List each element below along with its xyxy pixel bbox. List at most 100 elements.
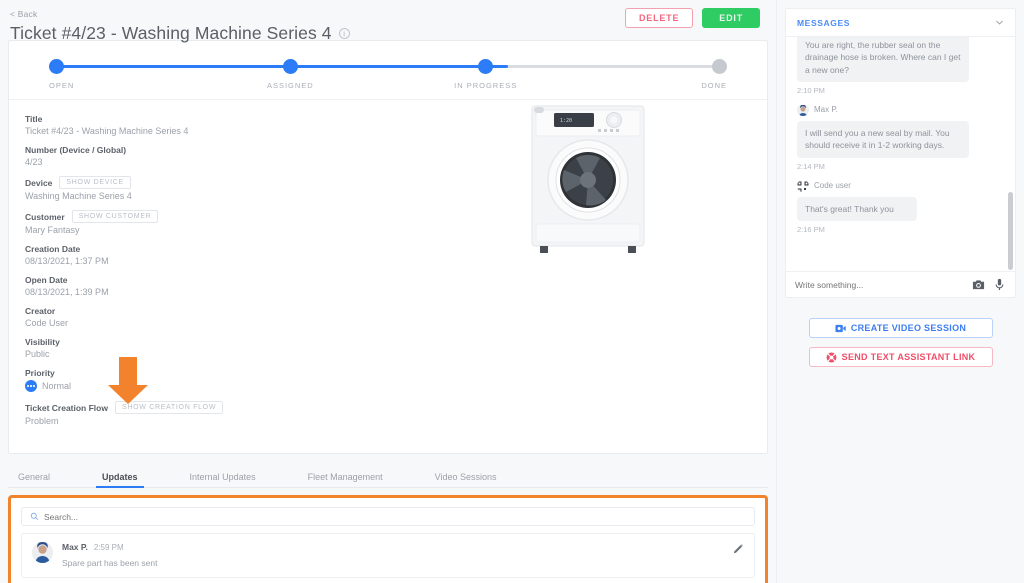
message-compose-row — [786, 271, 1015, 297]
message-author: Max P. — [814, 105, 838, 115]
step-assigned[interactable]: ASSIGNED — [244, 59, 336, 90]
updates-search[interactable] — [21, 507, 755, 526]
message-time: 2:10 PM — [797, 85, 825, 95]
status-stepper: OPEN ASSIGNED IN PROGRESS DONE — [9, 41, 767, 100]
message-author-row: Code user — [797, 180, 1004, 192]
search-input[interactable] — [44, 511, 746, 522]
step-dot-open — [49, 59, 64, 74]
field-priority: Priority Normal — [25, 368, 309, 392]
tab-general[interactable]: General — [18, 472, 50, 487]
field-value-open-date: 08/13/2021, 1:39 PM — [25, 287, 109, 297]
step-in-progress[interactable]: IN PROGRESS — [440, 59, 532, 90]
field-value-creator: Code User — [25, 318, 69, 328]
messages-header: MESSAGES — [786, 9, 1015, 37]
ticket-detail-page: < Back Ticket #4/23 - Washing Machine Se… — [0, 0, 1024, 583]
message-time: 2:14 PM — [797, 161, 825, 171]
tab-video-sessions[interactable]: Video Sessions — [435, 472, 497, 487]
delete-button[interactable]: DELETE — [624, 8, 694, 28]
send-text-assistant-link-button[interactable]: SEND TEXT ASSISTANT LINK — [808, 347, 993, 367]
pencil-icon[interactable] — [733, 543, 744, 554]
lifebuoy-icon — [826, 352, 837, 362]
field-creation-flow: Ticket Creation Flow SHOW CREATION FLOW … — [25, 401, 309, 426]
video-session-icon — [835, 324, 846, 332]
back-link[interactable]: < Back — [10, 9, 37, 19]
tab-fleet-management[interactable]: Fleet Management — [308, 472, 383, 487]
update-text: Spare part has been sent — [62, 558, 158, 568]
message-item: You are right, the rubber seal on the dr… — [797, 37, 1004, 95]
tab-updates[interactable]: Updates — [96, 472, 143, 488]
update-time: 2:59 PM — [93, 543, 124, 552]
field-customer: Customer SHOW CUSTOMER Mary Fantasy — [25, 210, 309, 235]
update-meta: Max P. 2:59 PM — [62, 542, 744, 552]
edit-button[interactable]: EDIT — [702, 8, 760, 28]
page-title-text: Ticket #4/23 - Washing Machine Series 4 — [10, 23, 332, 43]
field-device: Device SHOW DEVICE Washing Machine Serie… — [25, 176, 309, 201]
field-visibility: Visibility Public — [25, 337, 309, 359]
messages-card: MESSAGES You are right, the rubber seal … — [785, 8, 1016, 298]
details-fields: Title Ticket #4/23 - Washing Machine Ser… — [9, 114, 309, 435]
field-number: Number (Device / Global) 4/23 — [25, 145, 309, 167]
microphone-icon[interactable] — [993, 278, 1006, 291]
messages-list[interactable]: You are right, the rubber seal on the dr… — [786, 37, 1015, 271]
step-done[interactable]: DONE — [635, 59, 727, 90]
field-label-creation-date: Creation Date — [25, 244, 81, 254]
step-dot-in-progress — [478, 59, 494, 74]
camera-icon[interactable] — [972, 278, 985, 291]
field-label-creation-flow-text: Ticket Creation Flow — [25, 402, 108, 413]
create-video-session-button[interactable]: CREATE VIDEO SESSION — [808, 318, 993, 338]
message-author-row: Max P. — [797, 104, 1004, 116]
field-creation-date: Creation Date 08/13/2021, 1:37 PM — [25, 244, 309, 266]
updates-panel: Max P. 2:59 PM Spare part has been sent … — [8, 495, 768, 583]
messages-scrollbar-thumb[interactable] — [1008, 192, 1013, 270]
step-open[interactable]: OPEN — [49, 59, 141, 90]
message-author: Code user — [814, 181, 851, 191]
field-label-priority: Priority — [25, 368, 55, 378]
message-item: Max P. I will send you a new seal by mai… — [797, 104, 1004, 171]
messages-title: MESSAGES — [797, 17, 850, 28]
field-value-creation-date: 08/13/2021, 1:37 PM — [25, 256, 109, 266]
field-label-open-date: Open Date — [25, 275, 68, 285]
message-text: You are right, the rubber seal on the dr… — [797, 37, 969, 82]
create-video-session-label: CREATE VIDEO SESSION — [850, 323, 967, 333]
chevron-down-icon[interactable] — [995, 18, 1004, 27]
field-label-title: Title — [25, 114, 43, 124]
washing-machine-illustration: 1:20 — [531, 105, 645, 253]
field-label-visibility: Visibility — [25, 337, 60, 347]
messages-column: MESSAGES You are right, the rubber seal … — [776, 0, 1024, 583]
field-value-device: Washing Machine Series 4 — [25, 191, 132, 201]
step-dot-done — [711, 59, 727, 74]
message-text: I will send you a new seal by mail. You … — [797, 120, 969, 158]
update-author: Max P. — [62, 542, 88, 552]
priority-normal-icon — [25, 380, 37, 392]
send-text-assistant-link-label: SEND TEXT ASSISTANT LINK — [841, 352, 976, 362]
show-device-button[interactable]: SHOW DEVICE — [59, 176, 131, 189]
info-icon[interactable]: i — [338, 28, 350, 39]
message-input[interactable] — [795, 279, 964, 290]
tab-internal-updates[interactable]: Internal Updates — [190, 472, 256, 487]
svg-text:1:20: 1:20 — [560, 118, 572, 124]
field-label-creator: Creator — [25, 306, 56, 316]
messages-actions: CREATE VIDEO SESSION SEND TEXT ASSISTANT… — [785, 318, 1016, 367]
show-customer-button[interactable]: SHOW CUSTOMER — [71, 210, 159, 223]
step-label-in-progress: IN PROGRESS — [454, 81, 518, 90]
field-label-customer-text: Customer — [25, 211, 65, 222]
page-actions: DELETE EDIT — [624, 8, 760, 28]
orange-down-arrow-icon — [108, 357, 148, 404]
search-icon — [30, 512, 39, 521]
field-label-customer: Customer SHOW CUSTOMER — [25, 210, 309, 223]
field-value-visibility: Public — [25, 349, 50, 359]
field-value-priority: Normal — [42, 381, 72, 391]
field-label-device-text: Device — [25, 177, 53, 188]
message-time: 2:16 PM — [797, 224, 825, 234]
field-open-date: Open Date 08/13/2021, 1:39 PM — [25, 275, 309, 297]
message-item: Code user That's great! Thank you 2:16 P… — [797, 180, 1004, 234]
field-value-number: 4/23 — [25, 157, 43, 167]
step-label-assigned: ASSIGNED — [266, 81, 314, 90]
step-dot-assigned — [282, 59, 298, 74]
field-creator: Creator Code User — [25, 306, 309, 328]
avatar — [797, 104, 809, 116]
messages-scrollbar[interactable] — [1008, 37, 1013, 271]
priority-value-row: Normal — [25, 380, 309, 392]
avatar — [32, 542, 53, 563]
main-column: < Back Ticket #4/23 - Washing Machine Se… — [0, 0, 776, 583]
